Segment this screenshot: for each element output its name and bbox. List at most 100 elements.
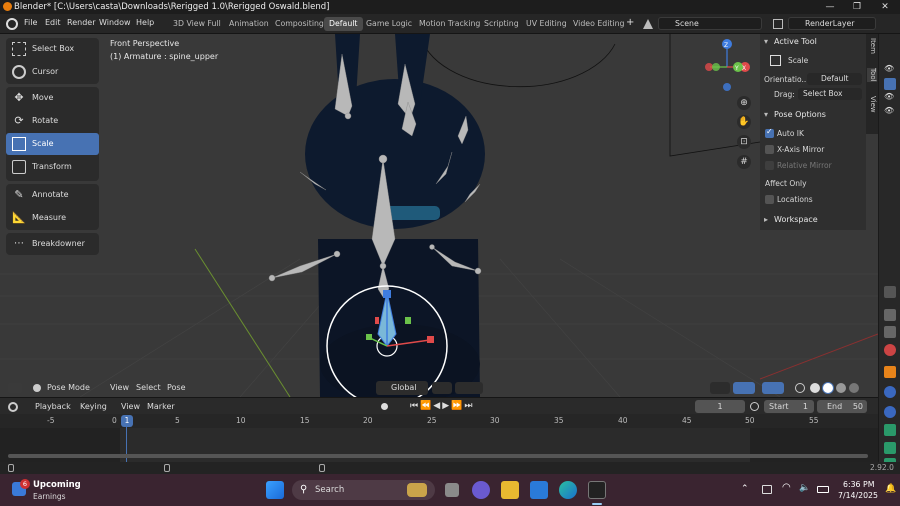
file-explorer-icon[interactable] <box>501 481 519 499</box>
solid-shading-icon[interactable] <box>810 383 820 393</box>
clock-time[interactable]: 6:36 PM <box>843 480 874 489</box>
task-view-icon[interactable] <box>445 483 459 497</box>
tab-uv-editing[interactable]: UV Editing <box>521 17 572 31</box>
material-shading-icon[interactable] <box>836 383 846 393</box>
render-props-icon[interactable] <box>884 309 896 321</box>
menu-file[interactable]: File <box>24 18 37 27</box>
show-gizmo-icon[interactable] <box>710 382 730 394</box>
constraint-props-icon[interactable] <box>884 424 896 436</box>
tool-scale[interactable]: Scale <box>6 133 99 155</box>
viewport-3d[interactable]: Z X Y Front Perspective (1) Armature : s… <box>0 34 878 397</box>
scene-props-icon[interactable] <box>884 344 896 356</box>
menu-pose[interactable]: Pose <box>167 383 186 392</box>
menu-select[interactable]: Select <box>136 383 161 392</box>
playback-controls[interactable]: ⏮⏪◀▶⏩⏭ <box>410 401 486 413</box>
edge-icon[interactable] <box>559 481 577 499</box>
pan-hand-icon[interactable]: ✋ <box>737 115 751 129</box>
tray-chevron-icon[interactable]: ⌃ <box>741 484 749 494</box>
tool-annotate[interactable]: ✎ Annotate <box>6 184 99 206</box>
render-layer-selector[interactable]: RenderLayer <box>788 17 876 30</box>
orthographic-grid-icon[interactable]: # <box>737 155 751 169</box>
pose-options-header[interactable]: Pose Options <box>760 107 864 122</box>
volume-icon[interactable]: 🔈 <box>799 483 810 493</box>
menu-playback[interactable]: Playback <box>35 402 71 411</box>
menu-timeline-view[interactable]: View <box>121 402 140 411</box>
menu-marker[interactable]: Marker <box>147 402 175 411</box>
pivot-icon[interactable] <box>432 382 452 394</box>
tool-move[interactable]: ✥ Move <box>6 87 99 109</box>
tab-compositing[interactable]: Compositing <box>270 17 329 31</box>
mode-selector[interactable]: Pose Mode <box>47 383 90 392</box>
scene-selector[interactable]: Scene <box>658 17 762 30</box>
playhead[interactable]: 1 <box>121 415 133 427</box>
visibility-eye-icon-3[interactable]: 👁 <box>884 92 896 104</box>
windows-start-icon[interactable] <box>266 481 284 499</box>
orientation-dropdown[interactable]: Default <box>807 73 862 85</box>
tab-motion-tracking[interactable]: Motion Tracking <box>414 17 485 31</box>
viewport-scene[interactable]: Z X Y <box>0 34 878 397</box>
timeline-area[interactable]: -5 0 1 5 10 15 20 25 30 35 40 45 50 55 <box>0 414 878 462</box>
notifications-bell-icon[interactable]: 🔔 <box>885 484 896 494</box>
active-tool-header[interactable]: Active Tool <box>760 34 864 49</box>
teams-icon[interactable] <box>472 481 490 499</box>
x-axis-mirror-checkbox[interactable] <box>765 145 774 154</box>
tool-cursor[interactable]: Cursor <box>6 61 99 83</box>
timeline-editor-icon[interactable] <box>8 402 18 412</box>
blender-menu-icon[interactable] <box>6 18 18 30</box>
end-frame-field[interactable]: End 50 <box>817 400 867 413</box>
preview-range-icon[interactable] <box>750 402 759 411</box>
tool-props-icon[interactable] <box>884 286 896 298</box>
tool-measure[interactable]: 📐 Measure <box>6 207 99 229</box>
data-props-icon[interactable] <box>884 442 896 454</box>
menu-keying[interactable]: Keying <box>80 402 107 411</box>
overlays-icon[interactable] <box>733 382 755 394</box>
editor-type-icon[interactable] <box>8 383 22 393</box>
minimize-button[interactable]: — <box>816 0 844 14</box>
output-props-icon[interactable] <box>884 326 896 338</box>
relative-mirror-checkbox[interactable] <box>765 161 774 170</box>
zoom-icon[interactable]: ⊕ <box>737 96 751 110</box>
menu-view[interactable]: View <box>110 383 129 392</box>
tray-app-icon[interactable] <box>762 485 772 494</box>
menu-help[interactable]: Help <box>136 18 154 27</box>
auto-ik-checkbox[interactable] <box>765 127 774 138</box>
menu-edit[interactable]: Edit <box>45 18 61 27</box>
tool-select-box[interactable]: Select Box <box>6 38 99 60</box>
current-frame-field[interactable]: 1 <box>695 400 745 413</box>
tool-transform[interactable]: Transform <box>6 156 99 178</box>
record-icon[interactable] <box>381 403 388 410</box>
wireframe-shading-icon[interactable] <box>795 383 805 393</box>
maximize-button[interactable]: ❐ <box>843 0 871 14</box>
drag-dropdown[interactable]: Select Box <box>798 88 862 100</box>
visibility-eye-icon-4[interactable]: 👁 <box>884 106 896 118</box>
tab-3d-view-full[interactable]: 3D View Full <box>168 17 226 31</box>
timeline-scrollbar[interactable] <box>8 454 868 458</box>
close-button[interactable]: ✕ <box>871 0 899 14</box>
physics-props-icon[interactable] <box>884 406 896 418</box>
widget-title[interactable]: Upcoming <box>33 480 81 490</box>
tab-animation[interactable]: Animation <box>224 17 274 31</box>
tool-rotate[interactable]: ⟳ Rotate <box>6 110 99 132</box>
start-frame-field[interactable]: Start 1 <box>764 400 814 413</box>
snap-icon[interactable] <box>455 382 483 394</box>
store-icon[interactable] <box>530 481 548 499</box>
locations-checkbox[interactable] <box>765 195 774 204</box>
visibility-eye-icon-2[interactable] <box>884 78 896 90</box>
menu-window[interactable]: Window <box>99 18 131 27</box>
camera-view-icon[interactable]: ⊡ <box>737 135 751 149</box>
tool-breakdowner[interactable]: ⋯ Breakdowner <box>6 233 99 255</box>
tab-video-editing[interactable]: Video Editing <box>568 17 629 31</box>
solid-shading-active-icon[interactable] <box>823 383 833 393</box>
rendered-shading-icon[interactable] <box>849 383 859 393</box>
tab-game-logic[interactable]: Game Logic <box>361 17 417 31</box>
add-workspace-button[interactable]: + <box>626 17 634 28</box>
workspace-header[interactable]: Workspace <box>760 212 864 227</box>
visibility-eye-icon[interactable]: 👁 <box>884 64 896 76</box>
terminal-icon[interactable] <box>588 481 606 499</box>
clock-date[interactable]: 7/14/2025 <box>838 491 878 500</box>
xray-icon[interactable] <box>762 382 784 394</box>
taskbar-search[interactable]: ⚲ Search <box>292 480 435 500</box>
battery-icon[interactable] <box>817 486 829 493</box>
tab-scripting[interactable]: Scripting <box>479 17 524 31</box>
object-props-icon[interactable] <box>884 366 896 378</box>
